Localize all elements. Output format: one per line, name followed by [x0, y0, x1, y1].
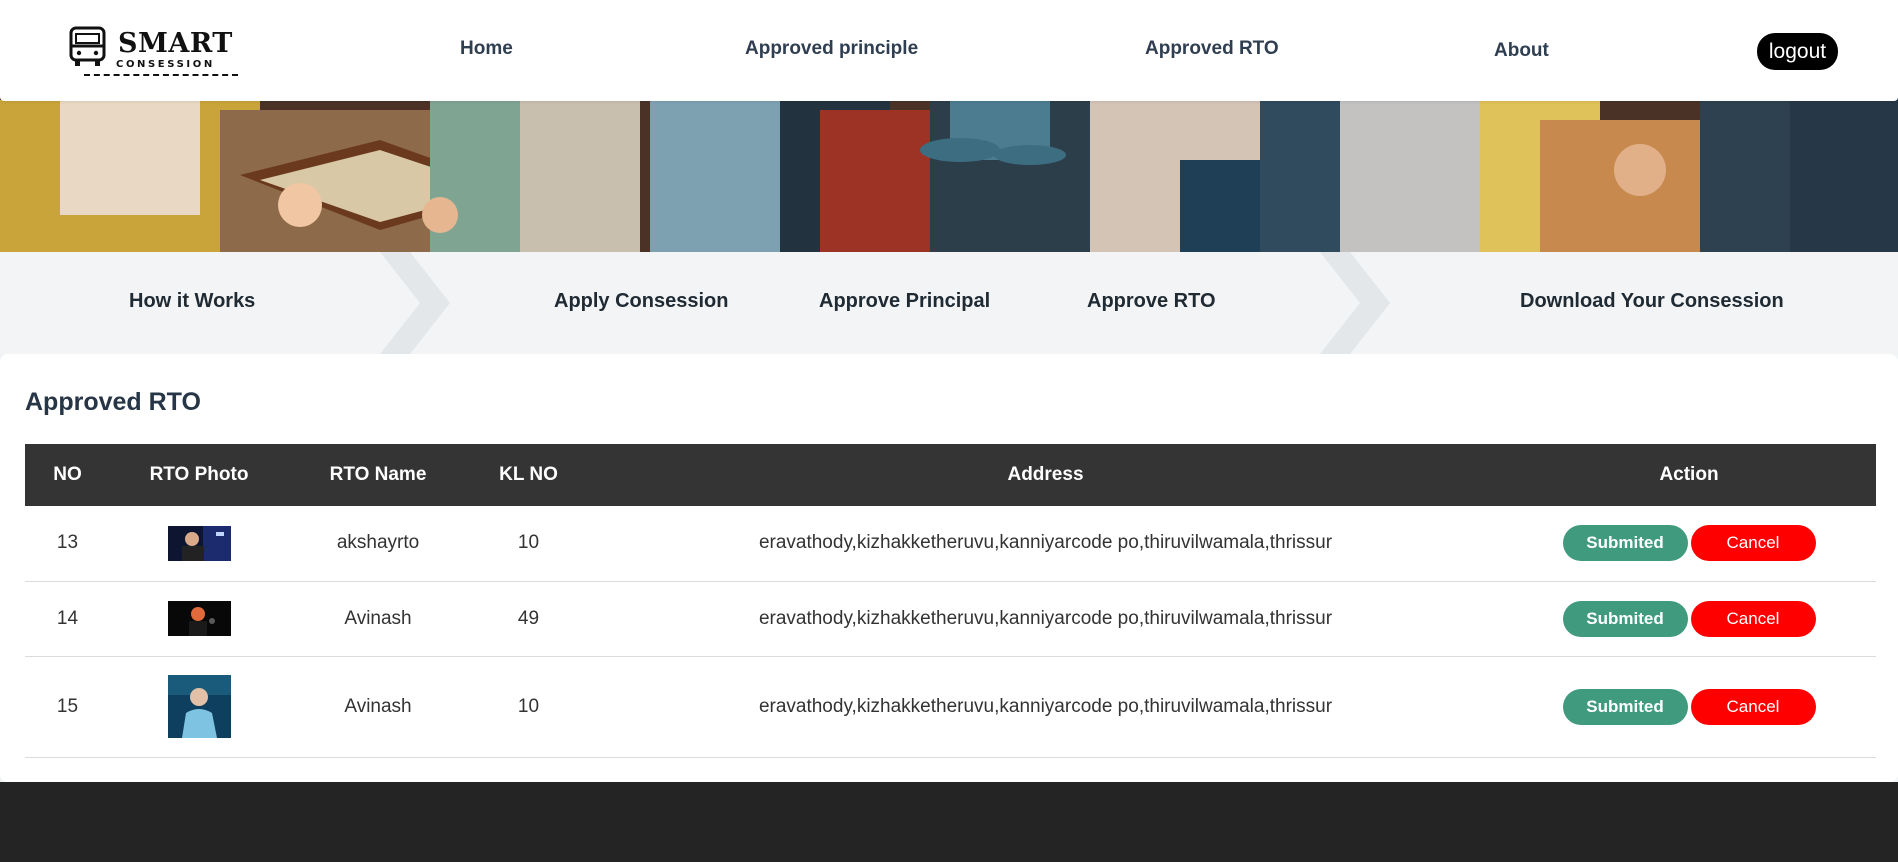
cell-rto-name: Avinash: [344, 607, 412, 629]
cell-address: eravathody,kizhakketheruvu,kanniyarcode …: [758, 607, 1333, 629]
nav-home[interactable]: Home: [460, 38, 513, 60]
col-header-photo: RTO Photo: [149, 464, 249, 485]
submitted-button[interactable]: Submited: [1562, 688, 1688, 725]
cancel-button[interactable]: Cancel: [1690, 600, 1816, 637]
bus-icon: [69, 26, 106, 66]
cell-kl-no: 10: [517, 532, 540, 554]
rto-photo: [167, 525, 231, 561]
chevron-right-icon: [1320, 252, 1390, 354]
cell-action: Submited Cancel: [1502, 656, 1876, 757]
step-how-it-works: How it Works: [129, 290, 256, 312]
col-header-address: Address: [1007, 464, 1084, 485]
content-card: Approved RTO NO RTO Photo RTO Name KL NO…: [0, 354, 1898, 782]
col-header-name: RTO Name: [329, 464, 427, 485]
cell-no: 15: [56, 695, 79, 717]
nav-approved-rto[interactable]: Approved RTO: [1145, 38, 1279, 60]
table-row: 14 Avinash 49 eravathody,kizhakketheruvu…: [25, 581, 1876, 656]
steps-strip: How it Works Apply Consession Approve Pr…: [0, 252, 1898, 354]
submitted-button[interactable]: Submited: [1562, 600, 1688, 637]
col-header-action: Action: [1659, 464, 1719, 485]
cancel-button[interactable]: Cancel: [1690, 688, 1816, 725]
logout-button[interactable]: logout: [1757, 33, 1838, 70]
nav-about[interactable]: About: [1494, 40, 1549, 62]
cell-action: Submited Cancel: [1502, 581, 1876, 656]
table-row: 15 Avinash 10 eravathody,kizhakketheruvu…: [25, 656, 1876, 757]
cell-no: 14: [56, 607, 79, 629]
cell-address: eravathody,kizhakketheruvu,kanniyarcode …: [758, 532, 1333, 554]
step-download-consession: Download Your Consession: [1520, 290, 1784, 312]
cell-rto-name: Avinash: [344, 695, 412, 717]
cell-action: Submited Cancel: [1502, 506, 1876, 581]
rto-table: NO RTO Photo RTO Name KL NO Address Acti…: [25, 444, 1876, 758]
rto-photo: [167, 675, 231, 738]
brand-logo[interactable]: SMART CONSESSION: [68, 26, 240, 78]
table-header-row: NO RTO Photo RTO Name KL NO Address Acti…: [25, 444, 1876, 506]
cancel-button[interactable]: Cancel: [1690, 525, 1816, 562]
top-navbar: SMART CONSESSION Home Approved principle…: [0, 0, 1898, 101]
cell-kl-no: 10: [517, 695, 540, 717]
step-approve-principal: Approve Principal: [819, 290, 991, 312]
rto-photo: [167, 601, 231, 636]
col-header-no: NO: [53, 464, 82, 485]
cell-no: 13: [56, 532, 79, 554]
footer: [0, 782, 1898, 862]
cell-rto-name: akshayrto: [336, 532, 420, 554]
table-row: 13 akshayrto 10 eravathody,kizhakketheru…: [25, 506, 1876, 581]
brand-title: SMART: [118, 28, 233, 59]
nav-approved-principle[interactable]: Approved principle: [745, 38, 918, 60]
submitted-button[interactable]: Submited: [1562, 525, 1688, 562]
step-apply-consession: Apply Consession: [554, 290, 729, 312]
col-header-kl-no: KL NO: [499, 464, 558, 485]
cell-address: eravathody,kizhakketheruvu,kanniyarcode …: [758, 695, 1333, 717]
cell-kl-no: 49: [517, 607, 540, 629]
page-title: Approved RTO: [25, 388, 201, 416]
step-approve-rto: Approve RTO: [1087, 290, 1216, 312]
brand-subtitle: CONSESSION: [116, 59, 215, 70]
brand-underline: [84, 74, 238, 76]
chevron-right-icon: [380, 252, 450, 354]
